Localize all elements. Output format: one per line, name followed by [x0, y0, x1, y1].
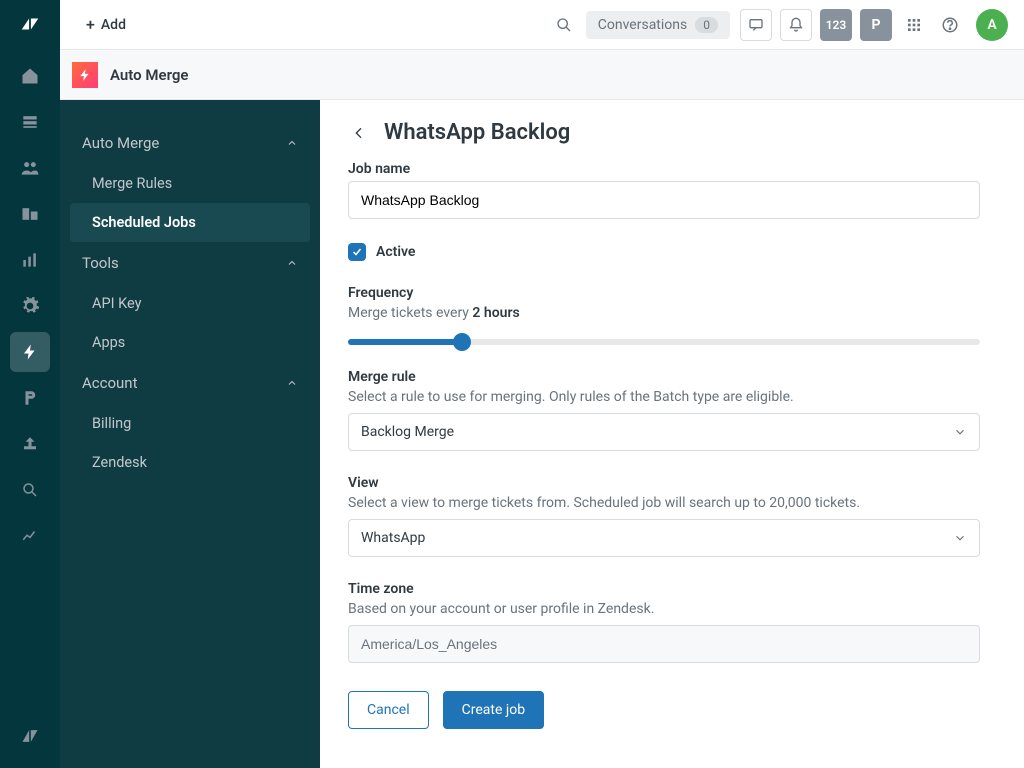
view-help: Select a view to merge tickets from. Sch…	[348, 495, 980, 511]
merge-rule-label: Merge rule	[348, 369, 980, 385]
topbar: + Add Conversations 0 123 P A	[60, 0, 1024, 50]
rail-trend-icon[interactable]	[10, 516, 50, 556]
rail-arrow-up-icon[interactable]	[10, 424, 50, 464]
nav-group-tools[interactable]: Tools	[60, 242, 320, 284]
slider-thumb[interactable]	[453, 333, 471, 351]
add-button[interactable]: + Add	[76, 11, 136, 39]
nav-item-billing[interactable]: Billing	[60, 404, 320, 443]
notification-count-badge[interactable]: 123	[820, 9, 852, 41]
merge-rule-select[interactable]: Backlog Merge	[348, 413, 980, 451]
zendesk-z-icon[interactable]	[10, 716, 50, 756]
active-checkbox[interactable]	[348, 243, 366, 261]
rail-org-icon[interactable]	[10, 194, 50, 234]
back-button[interactable]	[348, 122, 370, 144]
rail-customers-icon[interactable]	[10, 148, 50, 188]
sidenav: Auto Merge Merge Rules Scheduled Jobs To…	[60, 100, 320, 768]
bell-icon[interactable]	[780, 9, 812, 41]
nav-group-automerge[interactable]: Auto Merge	[60, 122, 320, 164]
app-title: Auto Merge	[110, 66, 188, 84]
frequency-slider[interactable]	[348, 339, 980, 345]
rail-home-icon[interactable]	[10, 56, 50, 96]
nav-item-scheduled-jobs[interactable]: Scheduled Jobs	[70, 203, 310, 242]
rail-p-icon[interactable]	[10, 378, 50, 418]
add-label: Add	[101, 17, 126, 33]
rail-reports-icon[interactable]	[10, 240, 50, 280]
apps-grid-icon[interactable]	[898, 9, 930, 41]
job-name-input[interactable]	[348, 181, 980, 219]
app-header: Auto Merge	[60, 50, 1024, 100]
rail-views-icon[interactable]	[10, 102, 50, 142]
merge-rule-help: Select a rule to use for merging. Only r…	[348, 389, 980, 405]
timezone-label: Time zone	[348, 581, 980, 597]
conversations-pill[interactable]: Conversations 0	[586, 11, 730, 39]
frequency-help: Merge tickets every 2 hours	[348, 305, 980, 321]
page-title: WhatsApp Backlog	[384, 120, 570, 145]
chat-icon[interactable]	[740, 9, 772, 41]
zendesk-logo-icon	[16, 10, 44, 38]
nav-item-zendesk[interactable]: Zendesk	[60, 443, 320, 482]
job-name-label: Job name	[348, 161, 980, 177]
chevron-up-icon	[286, 257, 298, 269]
chevron-down-icon	[953, 425, 967, 439]
nav-item-api-key[interactable]: API Key	[60, 284, 320, 323]
main-content: WhatsApp Backlog Job name Active Frequen…	[320, 100, 1024, 768]
nav-group-account[interactable]: Account	[60, 362, 320, 404]
rail-zoom-icon[interactable]	[10, 470, 50, 510]
rail-admin-icon[interactable]	[10, 286, 50, 326]
nav-item-apps[interactable]: Apps	[60, 323, 320, 362]
create-job-button[interactable]: Create job	[443, 691, 544, 729]
active-label: Active	[376, 244, 415, 260]
chevron-up-icon	[286, 377, 298, 389]
avatar[interactable]: A	[976, 9, 1008, 41]
cancel-button[interactable]: Cancel	[348, 691, 429, 729]
search-icon[interactable]	[548, 9, 580, 41]
slider-fill	[348, 339, 462, 345]
help-icon[interactable]	[934, 9, 966, 41]
view-select[interactable]: WhatsApp	[348, 519, 980, 557]
chevron-up-icon	[286, 137, 298, 149]
conversations-count: 0	[695, 17, 718, 33]
automerge-app-icon	[72, 62, 98, 88]
conversations-label: Conversations	[598, 17, 687, 33]
plus-icon: +	[86, 17, 95, 33]
rail-automerge-icon[interactable]	[10, 332, 50, 372]
p-badge[interactable]: P	[860, 9, 892, 41]
view-label: View	[348, 475, 980, 491]
left-rail	[0, 0, 60, 768]
frequency-label: Frequency	[348, 285, 980, 301]
nav-item-merge-rules[interactable]: Merge Rules	[60, 164, 320, 203]
timezone-input	[348, 625, 980, 663]
timezone-help: Based on your account or user profile in…	[348, 601, 980, 617]
chevron-down-icon	[953, 531, 967, 545]
